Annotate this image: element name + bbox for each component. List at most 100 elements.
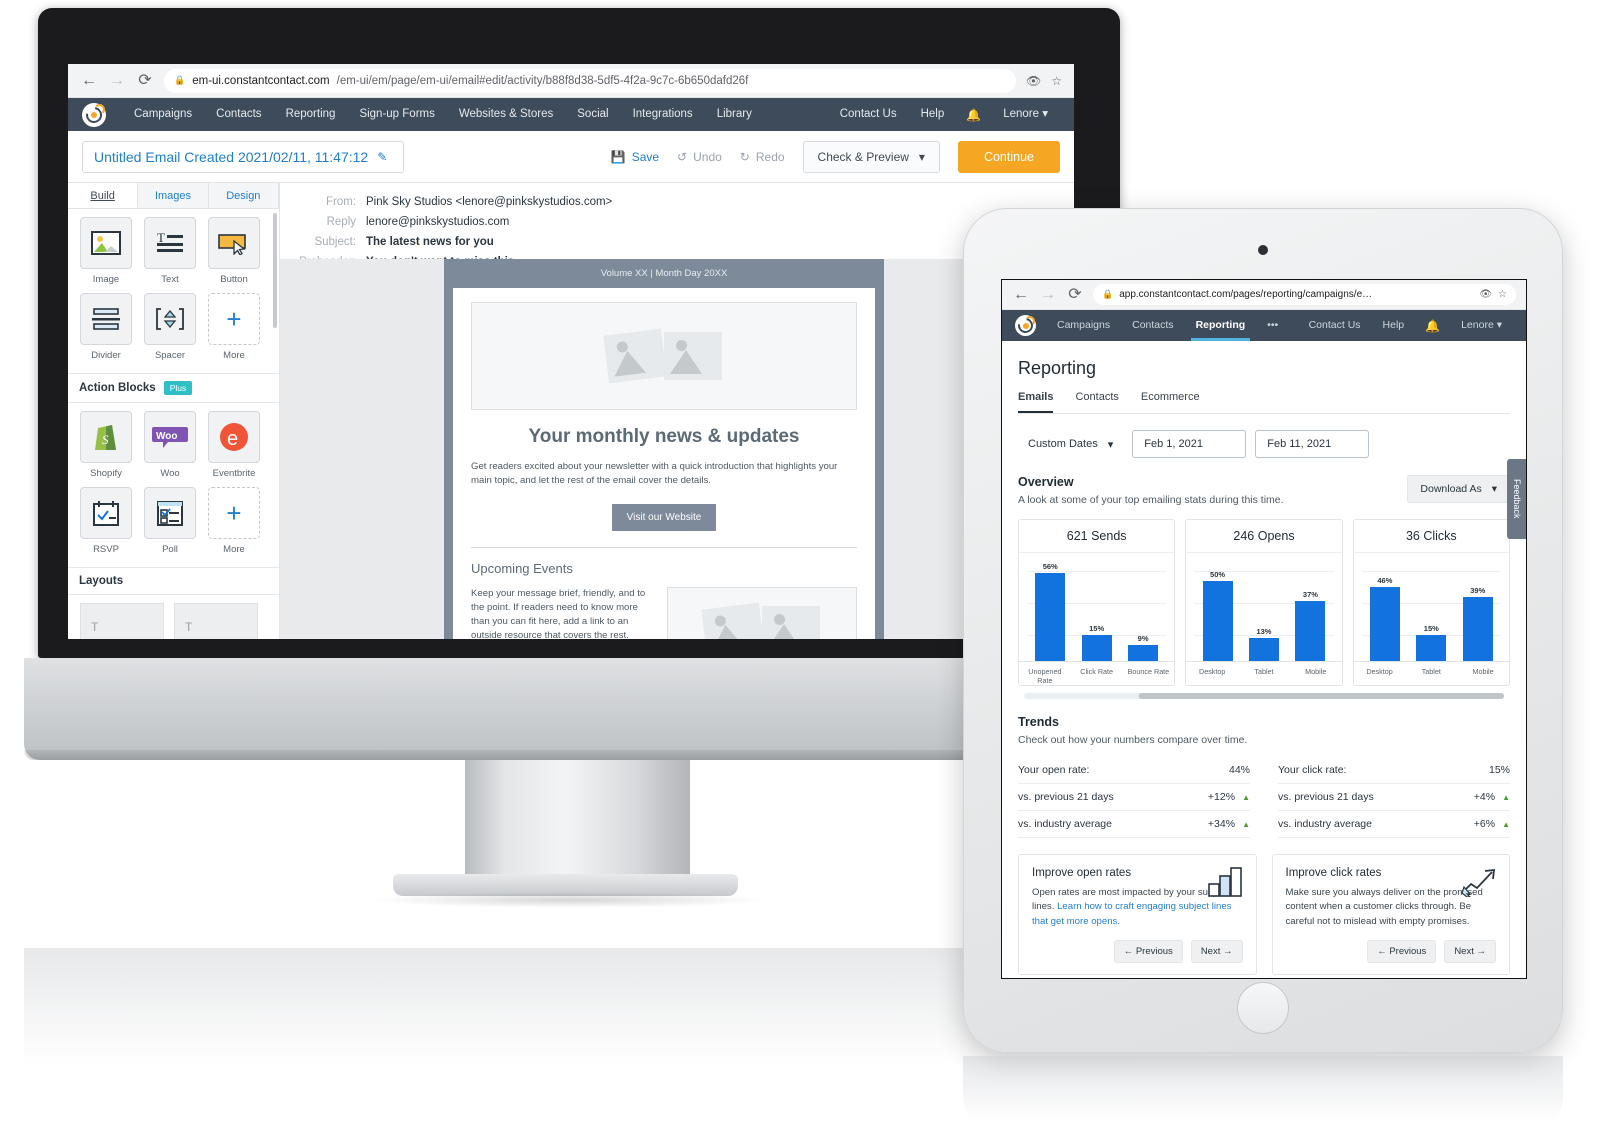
block-divider[interactable]: Divider xyxy=(75,293,137,361)
chevron-down-icon: ▾ xyxy=(918,149,925,164)
trend-value: 15% xyxy=(1488,764,1510,776)
arrow-right-icon[interactable]: → xyxy=(108,72,126,89)
start-date-input[interactable]: Feb 1, 2021 xyxy=(1132,430,1247,458)
check-preview-button[interactable]: Check & Preview ▾ xyxy=(802,140,940,173)
tab-design[interactable]: Design xyxy=(208,183,279,208)
bell-icon[interactable]: 🔔 xyxy=(1415,319,1450,333)
nav-item-integrations[interactable]: Integrations xyxy=(621,98,705,131)
tab-images[interactable]: Images xyxy=(138,183,209,208)
tip-next-button[interactable]: Next → xyxy=(1444,940,1496,964)
meta-row-subject[interactable]: Subject: The latest news for you xyxy=(280,232,1074,252)
account-menu[interactable]: Lenore ▾ xyxy=(991,98,1060,131)
overview-horizontal-scrollbar[interactable] xyxy=(1024,693,1504,699)
nav-item-help[interactable]: Help xyxy=(909,98,957,131)
image-placeholder[interactable] xyxy=(471,302,857,410)
block-spacer[interactable]: Spacer xyxy=(139,293,201,361)
tip-text: Make sure you always deliver on the prom… xyxy=(1285,887,1483,927)
nav-item-campaigns[interactable]: Campaigns xyxy=(122,98,204,131)
tablet-nav-contacts[interactable]: Contacts xyxy=(1121,310,1184,341)
tab-emails[interactable]: Emails xyxy=(1018,391,1054,413)
lock-icon: 🔒 xyxy=(174,75,186,85)
block-button[interactable]: Button xyxy=(203,217,265,285)
bar-value-label: 46% xyxy=(1377,576,1393,585)
arrow-left-icon[interactable]: ← xyxy=(1012,286,1030,303)
feedback-tab[interactable]: Feedback xyxy=(1507,459,1526,539)
pencil-icon[interactable]: ✎ xyxy=(377,150,387,164)
email-section-title[interactable]: Upcoming Events xyxy=(471,561,857,576)
layout-thumb[interactable]: T xyxy=(80,603,164,639)
tablet-nav-contact-us[interactable]: Contact Us xyxy=(1298,310,1372,341)
tip-previous-button[interactable]: ← Previous xyxy=(1113,940,1183,964)
meta-row-reply[interactable]: Reply lenore@pinkskystudios.com xyxy=(280,212,1074,232)
nav-item-signup-forms[interactable]: Sign-up Forms xyxy=(347,98,446,131)
layout-thumb[interactable]: T xyxy=(174,603,258,639)
image-placeholder[interactable] xyxy=(667,586,857,639)
tablet-account-menu[interactable]: Lenore ▾ xyxy=(1450,310,1513,341)
email-section-body[interactable]: Keep your message brief, friendly, and t… xyxy=(471,587,653,639)
bell-icon[interactable]: 🔔 xyxy=(956,108,991,122)
desktop-computer-mockup: ← → ⟳ 🔒 em-ui.constantcontact.com/em-ui/… xyxy=(10,8,1134,1098)
trend-value: +12% xyxy=(1207,791,1236,803)
nav-item-contact-us[interactable]: Contact Us xyxy=(828,98,909,131)
arrow-right-icon[interactable]: → xyxy=(1039,286,1057,303)
block-label: More xyxy=(223,350,245,361)
nav-item-contacts[interactable]: Contacts xyxy=(204,98,273,131)
tablet-nav-help[interactable]: Help xyxy=(1372,310,1416,341)
constant-contact-logo xyxy=(82,102,106,127)
date-range-select[interactable]: Custom Dates ▾ xyxy=(1018,431,1123,458)
block-text[interactable]: T Text xyxy=(139,217,201,285)
block-poll[interactable]: Poll xyxy=(139,487,201,555)
email-title-field[interactable]: Untitled Email Created 2021/02/11, 11:47… xyxy=(82,140,404,173)
desktop-address-bar[interactable]: 🔒 em-ui.constantcontact.com/em-ui/em/pag… xyxy=(164,68,1016,93)
eye-off-icon[interactable]: 👁 xyxy=(1026,74,1041,88)
end-date-input[interactable]: Feb 11, 2021 xyxy=(1255,430,1370,458)
eye-off-icon[interactable]: 👁 xyxy=(1479,289,1492,300)
block-shopify[interactable]: S Shopify xyxy=(75,411,137,479)
block-more[interactable]: + More xyxy=(203,293,265,361)
block-more-actions[interactable]: + More xyxy=(203,487,265,555)
redo-button[interactable]: ↻ Redo xyxy=(740,150,785,164)
star-icon[interactable]: ☆ xyxy=(1498,289,1507,300)
tablet-reflection xyxy=(963,1056,1563,1140)
nav-item-social[interactable]: Social xyxy=(565,98,620,131)
undo-button[interactable]: ↺ Undo xyxy=(677,150,722,164)
action-blocks-grid: S Shopify Woo Woo e Eventbrite RSVP Poll… xyxy=(68,403,279,567)
nav-item-reporting[interactable]: Reporting xyxy=(274,98,348,131)
email-body-text[interactable]: Get readers excited about your newslette… xyxy=(471,460,857,488)
tip-link[interactable]: Learn how to craft engaging subject line… xyxy=(1032,901,1231,926)
tablet-home-button[interactable] xyxy=(1237,982,1289,1034)
tip-previous-button[interactable]: ← Previous xyxy=(1367,940,1437,964)
tip-next-button[interactable]: Next → xyxy=(1190,940,1243,964)
star-icon[interactable]: ☆ xyxy=(1051,74,1062,88)
block-image[interactable]: Image xyxy=(75,217,137,285)
tablet-nav-overflow[interactable]: ••• xyxy=(1256,310,1289,341)
nav-item-websites-stores[interactable]: Websites & Stores xyxy=(447,98,565,131)
tab-ecommerce[interactable]: Ecommerce xyxy=(1141,391,1200,413)
arrow-left-icon[interactable]: ← xyxy=(80,72,98,89)
bar-chart-icon xyxy=(1207,867,1244,902)
block-rsvp[interactable]: RSVP xyxy=(75,487,137,555)
desktop-global-nav: Campaigns Contacts Reporting Sign-up For… xyxy=(68,98,1074,131)
reload-icon[interactable]: ⟳ xyxy=(136,72,154,89)
tablet-nav-campaigns[interactable]: Campaigns xyxy=(1046,310,1121,341)
block-label: Woo xyxy=(160,468,180,479)
tab-build[interactable]: Build xyxy=(68,183,139,208)
meta-row-from[interactable]: From: Pink Sky Studios <lenore@pinkskyst… xyxy=(280,192,1074,212)
block-eventbrite[interactable]: e Eventbrite xyxy=(203,411,265,479)
tablet-address-bar[interactable]: 🔒 app.constantcontact.com/pages/reportin… xyxy=(1093,284,1516,305)
email-headline[interactable]: Your monthly news & updates xyxy=(471,426,857,448)
layouts-header: Layouts xyxy=(68,567,279,595)
tab-contacts[interactable]: Contacts xyxy=(1075,391,1118,413)
download-as-button[interactable]: Download As ▾ xyxy=(1407,475,1510,503)
x-tick-label: Mobile xyxy=(1305,667,1327,676)
reload-icon[interactable]: ⟳ xyxy=(1066,286,1084,303)
save-button[interactable]: 💾 Save xyxy=(611,150,659,164)
tablet-nav-reporting[interactable]: Reporting xyxy=(1185,310,1257,341)
nav-item-library[interactable]: Library xyxy=(705,98,764,131)
email-cta-button[interactable]: Visit our Website xyxy=(612,503,716,531)
continue-button[interactable]: Continue xyxy=(957,140,1060,173)
trend-label: vs. previous 21 days xyxy=(1278,791,1374,803)
block-woo[interactable]: Woo Woo xyxy=(139,411,201,479)
sidebar-scrollbar[interactable] xyxy=(273,213,277,328)
url-text: app.constantcontact.com/pages/reporting/… xyxy=(1119,289,1373,300)
